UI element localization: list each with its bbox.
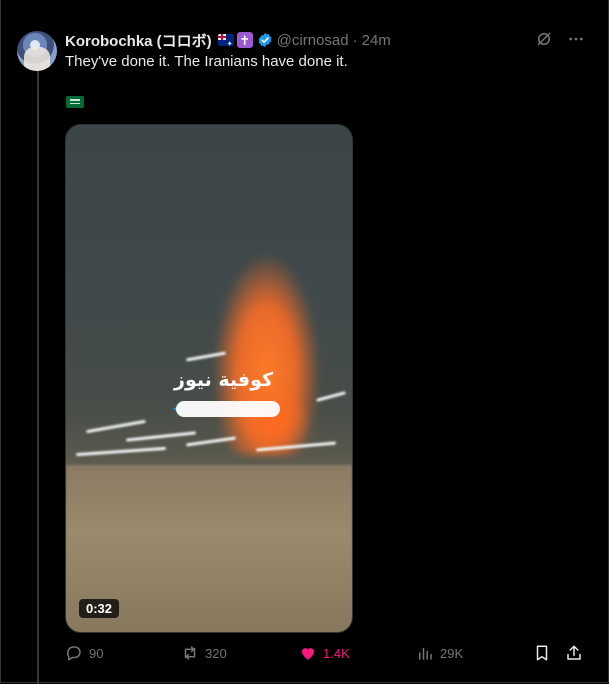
grok-button[interactable] bbox=[535, 30, 553, 53]
like-button[interactable]: 1.4K bbox=[299, 644, 350, 662]
separator-dot: · bbox=[352, 31, 358, 49]
grok-icon bbox=[537, 32, 551, 46]
reply-icon bbox=[67, 646, 81, 661]
cross-icon: ✝ bbox=[236, 32, 253, 48]
timestamp[interactable]: 24m bbox=[362, 32, 391, 49]
bookmark-button[interactable] bbox=[533, 644, 557, 662]
tweet-header: Korobochka (コロボ) ✝ @cirnosad · 24m bbox=[65, 30, 391, 50]
share-icon bbox=[567, 645, 581, 660]
saudi-flag-icon bbox=[66, 96, 84, 108]
avatar[interactable] bbox=[17, 31, 57, 71]
display-name[interactable]: Korobochka (コロボ) bbox=[65, 30, 212, 51]
tweet-top-actions bbox=[535, 30, 585, 53]
watermark-bar bbox=[176, 401, 280, 417]
video-player[interactable]: كوفية نيوز 0:32 bbox=[65, 124, 353, 633]
verified-badge-icon bbox=[258, 33, 272, 47]
action-bar: 90 320 1.4K 29K bbox=[65, 644, 593, 666]
repost-button[interactable]: 320 bbox=[181, 644, 227, 662]
bookmark-icon bbox=[536, 645, 548, 661]
view-count: 29K bbox=[440, 645, 464, 661]
repost-count: 320 bbox=[205, 645, 227, 661]
reply-count: 90 bbox=[89, 645, 104, 661]
video-duration: 0:32 bbox=[79, 599, 120, 618]
reply-button[interactable]: 90 bbox=[65, 644, 103, 662]
heart-icon bbox=[302, 648, 314, 660]
more-dots-icon bbox=[569, 37, 583, 41]
more-button[interactable] bbox=[567, 30, 585, 53]
tweet-text: They've done it. The Iranians have done … bbox=[65, 53, 348, 70]
share-button[interactable] bbox=[565, 644, 589, 662]
watermark-text: كوفية نيوز bbox=[174, 369, 274, 391]
repost-icon bbox=[184, 646, 196, 660]
handle[interactable]: @cirnosad bbox=[277, 32, 349, 49]
australia-flag-icon bbox=[217, 34, 234, 46]
like-count: 1.4K bbox=[323, 645, 350, 661]
thread-line bbox=[37, 70, 39, 684]
views-button[interactable]: 29K bbox=[416, 644, 463, 662]
views-chart-icon bbox=[419, 647, 432, 660]
